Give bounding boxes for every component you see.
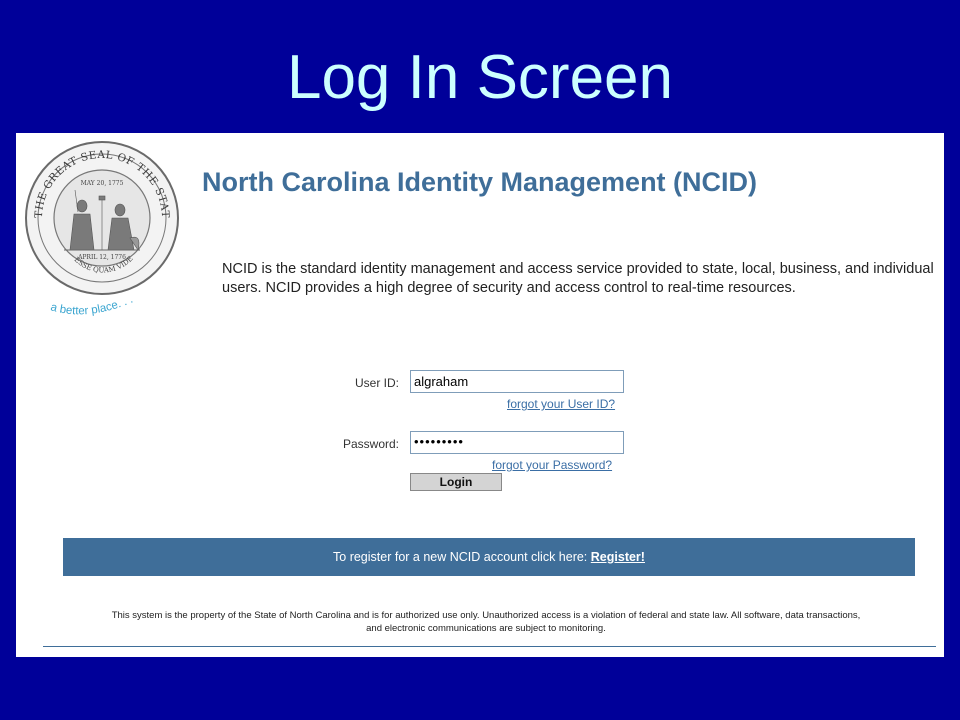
disclaimer-line-2: and electronic communications are subjec… [366,623,606,634]
svg-text:a better place. . .: a better place. . . [49,294,135,318]
forgot-password-link[interactable]: forgot your Password? [492,458,612,472]
register-prompt: To register for a new NCID account click… [333,550,588,564]
footer-disclaimer: This system is the property of the State… [36,609,936,635]
user-id-input[interactable] [410,370,624,393]
footer-divider [43,646,936,647]
login-button[interactable]: Login [410,473,502,491]
password-label: Password: [342,437,399,451]
register-bar: To register for a new NCID account click… [63,538,915,576]
disclaimer-line-1: This system is the property of the State… [111,610,861,621]
nc-state-seal-logo: THE GREAT SEAL OF THE STATE OF NORTH CAR… [22,138,179,318]
register-link[interactable]: Register! [591,550,645,564]
page-title: North Carolina Identity Management (NCID… [202,167,758,197]
password-input[interactable]: ••••••••• [410,431,624,454]
svg-text:APRIL 12, 1776: APRIL 12, 1776 [77,254,126,261]
slide-title: Log In Screen [286,43,674,112]
user-id-label: User ID: [354,376,399,390]
svg-text:MAY 20, 1775: MAY 20, 1775 [81,180,124,187]
intro-paragraph: NCID is the standard identity management… [222,261,934,296]
forgot-user-id-link[interactable]: forgot your User ID? [507,397,615,411]
ncid-login-screenshot: THE GREAT SEAL OF THE STATE OF NORTH CAR… [16,133,944,657]
